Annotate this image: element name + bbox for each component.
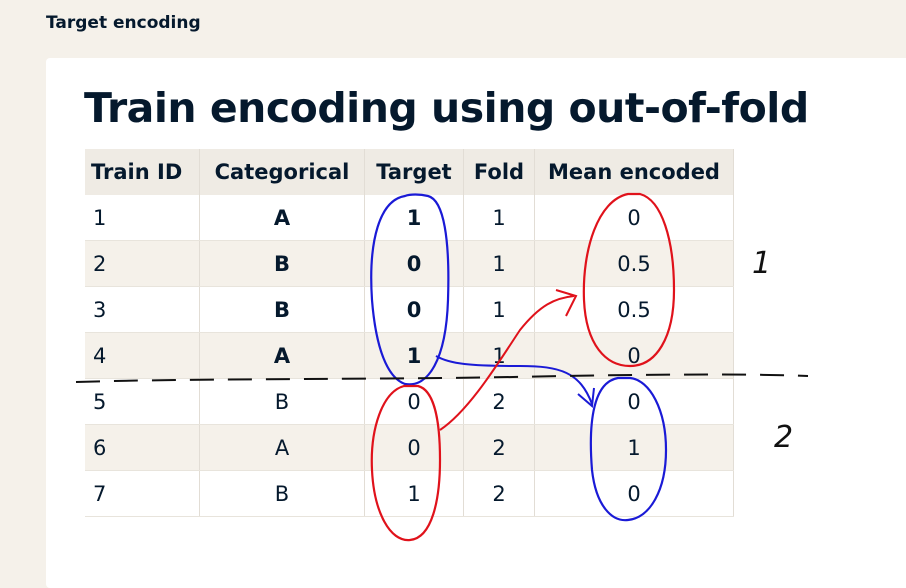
cell-mean-encoded: 1 [534, 424, 734, 471]
cell-train-id: 2 [85, 240, 200, 287]
table-row: 3 B 0 1 0.5 [85, 286, 734, 333]
cell-mean-encoded: 0.5 [534, 240, 734, 287]
cell-target: 1 [364, 195, 464, 241]
cell-categorical: B [199, 286, 365, 333]
cell-categorical: A [199, 424, 365, 471]
table-row: 7 B 1 2 0 [85, 470, 734, 517]
cell-categorical: B [199, 378, 365, 425]
header-train-id: Train ID [85, 149, 200, 195]
cell-categorical: B [199, 470, 365, 517]
cell-categorical: B [199, 240, 365, 287]
table-header-row: Train ID Categorical Target Fold Mean en… [85, 149, 734, 195]
cell-fold: 2 [463, 424, 535, 471]
header-categorical: Categorical [199, 149, 365, 195]
cell-fold: 2 [463, 470, 535, 517]
header-mean-encoded: Mean encoded [534, 149, 734, 195]
cell-train-id: 1 [85, 195, 200, 241]
cell-train-id: 6 [85, 424, 200, 471]
section-label: Target encoding [46, 13, 201, 33]
cell-fold: 1 [463, 240, 535, 287]
cell-target: 0 [364, 378, 464, 425]
header-target: Target [364, 149, 464, 195]
cell-target: 1 [364, 470, 464, 517]
cell-fold: 1 [463, 332, 535, 379]
cell-mean-encoded: 0 [534, 195, 734, 241]
cell-target: 0 [364, 240, 464, 287]
slide-title: Train encoding using out-of-fold [84, 84, 809, 132]
cell-target: 0 [364, 424, 464, 471]
cell-mean-encoded: 0 [534, 470, 734, 517]
cell-train-id: 3 [85, 286, 200, 333]
fold-2-handwritten-label: 2 [774, 420, 794, 455]
table-row: 1 A 1 1 0 [85, 195, 734, 241]
cell-mean-encoded: 0 [534, 332, 734, 379]
fold-1-handwritten-label: 1 [752, 246, 772, 281]
cell-fold: 1 [463, 286, 535, 333]
cell-categorical: A [199, 195, 365, 241]
table-row: 4 A 1 1 0 [85, 332, 734, 379]
encoding-table: Train ID Categorical Target Fold Mean en… [85, 149, 734, 517]
cell-fold: 2 [463, 378, 535, 425]
cell-train-id: 4 [85, 332, 200, 379]
cell-mean-encoded: 0.5 [534, 286, 734, 333]
cell-train-id: 5 [85, 378, 200, 425]
cell-categorical: A [199, 332, 365, 379]
cell-train-id: 7 [85, 470, 200, 517]
header-fold: Fold [463, 149, 535, 195]
cell-mean-encoded: 0 [534, 378, 734, 425]
table-row: 2 B 0 1 0.5 [85, 240, 734, 287]
table-row: 5 B 0 2 0 [85, 378, 734, 425]
cell-target: 1 [364, 332, 464, 379]
cell-target: 0 [364, 286, 464, 333]
cell-fold: 1 [463, 195, 535, 241]
table-row: 6 A 0 2 1 [85, 424, 734, 471]
